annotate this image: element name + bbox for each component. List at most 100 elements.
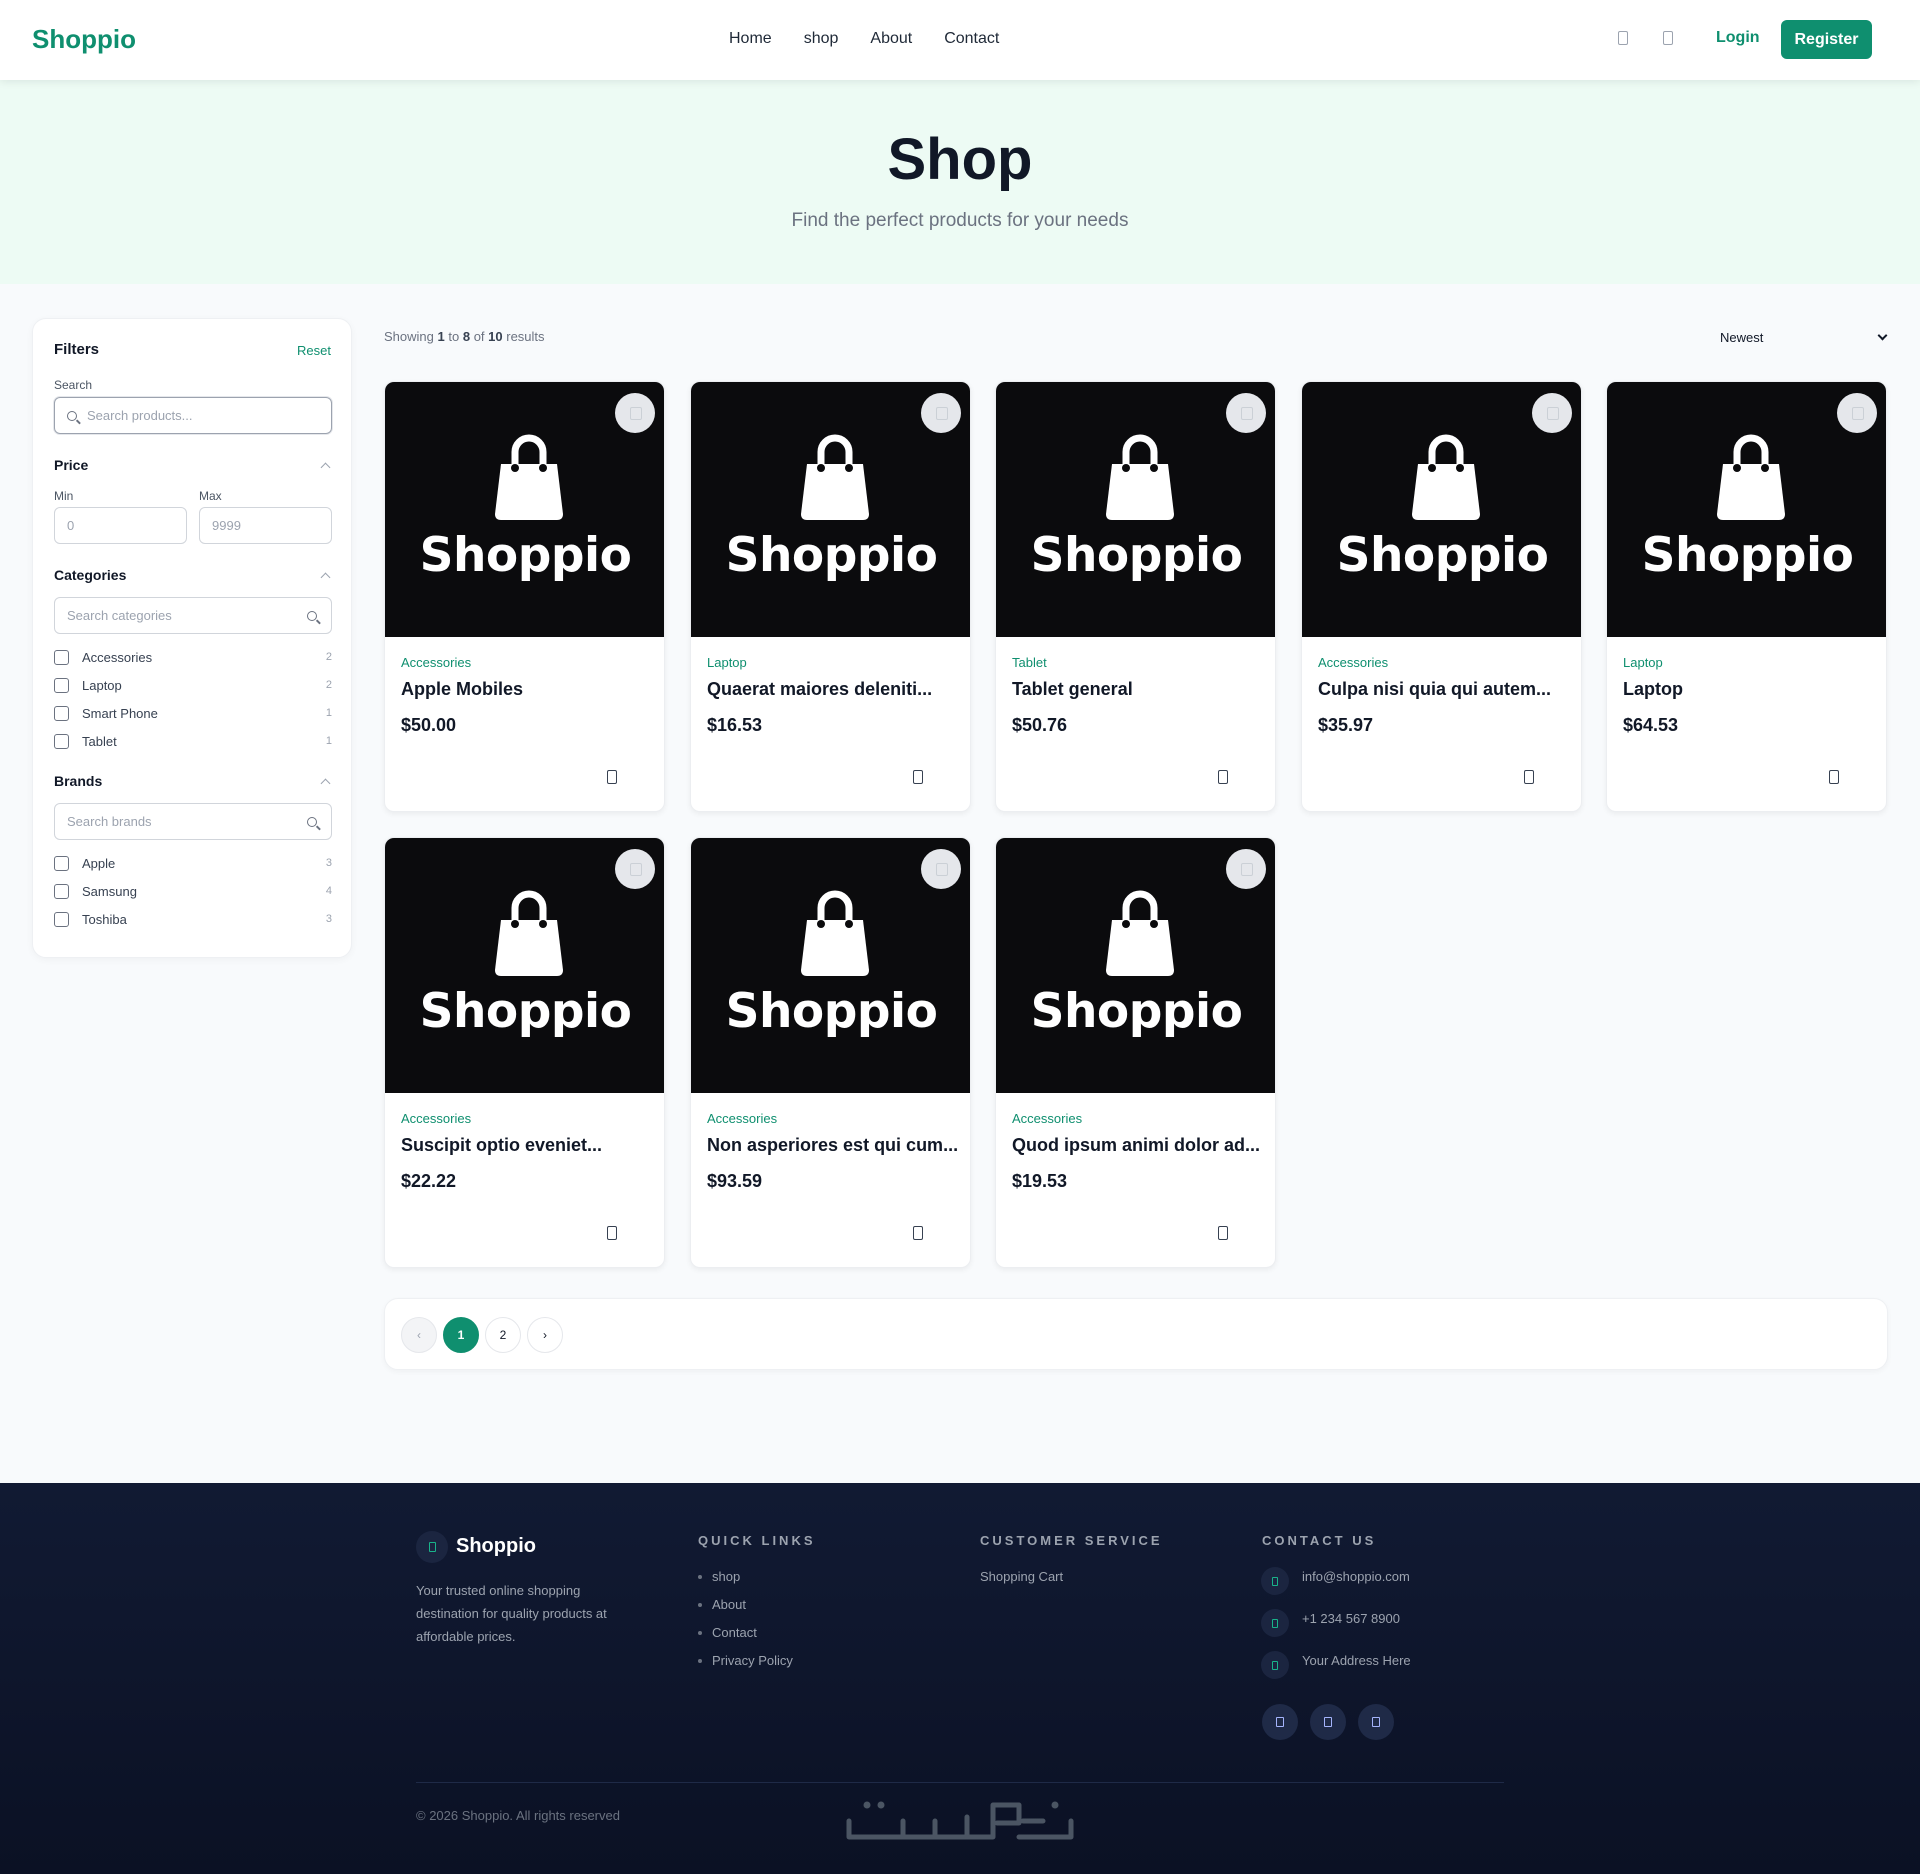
footer-link-contact[interactable]: Contact (698, 1625, 757, 1640)
cart-icon[interactable] (1663, 31, 1673, 45)
product-category[interactable]: Accessories (401, 1111, 471, 1126)
cart-icon[interactable] (607, 1226, 617, 1240)
product-name[interactable]: Quaerat maiores deleniti... (707, 679, 962, 700)
logo[interactable]: Shoppio (32, 24, 136, 55)
product-card[interactable]: Shoppio Accessories Apple Mobiles $50.00 (384, 381, 665, 812)
product-card[interactable]: Shoppio Tablet Tablet general $50.76 (995, 381, 1276, 812)
category-option[interactable]: Laptop 2 (54, 675, 332, 695)
product-name[interactable]: Tablet general (1012, 679, 1267, 700)
product-card[interactable]: Shoppio Laptop Laptop $64.53 (1606, 381, 1887, 812)
product-category[interactable]: Laptop (1623, 655, 1663, 670)
reset-filters-link[interactable]: Reset (297, 343, 331, 358)
product-name[interactable]: Laptop (1623, 679, 1878, 700)
checkbox[interactable] (54, 649, 69, 665)
nav-contact[interactable]: Contact (944, 30, 999, 48)
product-name[interactable]: Quod ipsum animi dolor ad... (1012, 1135, 1267, 1156)
brand-option[interactable]: Apple 3 (54, 853, 332, 873)
product-category[interactable]: Accessories (707, 1111, 777, 1126)
main-nav: Home shop About Contact (729, 30, 999, 48)
login-link[interactable]: Login (1716, 29, 1760, 47)
product-category[interactable]: Tablet (1012, 655, 1047, 670)
footer-link-cart[interactable]: Shopping Cart (980, 1569, 1063, 1584)
page-button-2[interactable]: 2 (485, 1317, 521, 1353)
cart-icon[interactable] (1524, 770, 1534, 784)
heart-icon[interactable] (1837, 393, 1877, 433)
twitter-icon[interactable] (1310, 1704, 1346, 1740)
checkbox[interactable] (54, 733, 69, 749)
instagram-icon[interactable] (1358, 1704, 1394, 1740)
category-option[interactable]: Tablet 1 (54, 731, 332, 751)
footer-link-shop[interactable]: shop (697, 1569, 740, 1584)
checkbox[interactable] (54, 705, 69, 721)
cart-icon[interactable] (913, 1226, 923, 1240)
product-category[interactable]: Laptop (707, 655, 747, 670)
cart-icon[interactable] (607, 770, 617, 784)
product-card[interactable]: Shoppio Accessories Non asperiores est q… (690, 837, 971, 1268)
category-search-input[interactable]: Search categories (54, 597, 332, 634)
cart-icon[interactable] (1218, 770, 1228, 784)
chevron-up-icon[interactable] (320, 462, 331, 473)
brands-section-title: Brands (54, 773, 103, 789)
product-image[interactable]: Shoppio (996, 838, 1275, 1093)
heart-icon[interactable] (1226, 849, 1266, 889)
checkbox[interactable] (54, 677, 69, 693)
footer-logo[interactable]: Shoppio (456, 1535, 536, 1558)
heart-icon[interactable] (1532, 393, 1572, 433)
page-button-1[interactable]: 1 (443, 1317, 479, 1353)
nav-shop[interactable]: shop (804, 30, 839, 48)
product-name[interactable]: Suscipit optio eveniet... (401, 1135, 656, 1156)
price-min-input[interactable]: 0 (54, 507, 187, 544)
category-option[interactable]: Accessories 2 (54, 647, 332, 667)
product-card[interactable]: Shoppio Accessories Culpa nisi quia qui … (1301, 381, 1582, 812)
brand-option[interactable]: Samsung 4 (54, 881, 332, 901)
contact-email[interactable]: info@shoppio.com (1302, 1569, 1410, 1584)
register-button[interactable]: Register (1781, 20, 1872, 59)
chevron-up-icon[interactable] (320, 572, 331, 583)
footer-link-privacy[interactable]: Privacy Policy (698, 1653, 793, 1668)
price-max-input[interactable]: 9999 (199, 507, 332, 544)
nav-home[interactable]: Home (729, 30, 772, 48)
product-image[interactable]: Shoppio (691, 382, 970, 637)
product-card[interactable]: Shoppio Accessories Quod ipsum animi dol… (995, 837, 1276, 1268)
chevron-up-icon[interactable] (320, 778, 331, 789)
category-option[interactable]: Smart Phone 1 (54, 703, 332, 723)
brand-label: Apple (82, 855, 116, 871)
product-category[interactable]: Accessories (401, 655, 471, 670)
product-name[interactable]: Apple Mobiles (401, 679, 656, 700)
checkbox[interactable] (54, 911, 69, 927)
footer-link-about[interactable]: About (698, 1597, 746, 1612)
cart-icon[interactable] (1829, 770, 1839, 784)
product-image[interactable]: Shoppio (1302, 382, 1581, 637)
cart-icon[interactable] (913, 770, 923, 784)
product-category[interactable]: Accessories (1318, 655, 1388, 670)
product-price: $64.53 (1623, 715, 1679, 735)
product-image[interactable]: Shoppio (385, 838, 664, 1093)
search-input[interactable]: Search products... (54, 397, 332, 434)
heart-icon[interactable] (921, 393, 961, 433)
contact-phone[interactable]: +1 234 567 8900 (1302, 1611, 1400, 1626)
brand-search-input[interactable]: Search brands (54, 803, 332, 840)
product-card[interactable]: Shoppio Accessories Suscipit optio eveni… (384, 837, 665, 1268)
facebook-icon[interactable] (1262, 1704, 1298, 1740)
product-category[interactable]: Accessories (1012, 1111, 1082, 1126)
checkbox[interactable] (54, 883, 69, 899)
heart-icon[interactable] (615, 393, 655, 433)
wishlist-icon[interactable] (1618, 31, 1628, 45)
nav-about[interactable]: About (870, 30, 912, 48)
product-image[interactable]: Shoppio (1607, 382, 1886, 637)
product-image[interactable]: Shoppio (996, 382, 1275, 637)
sort-select[interactable]: Newest (1720, 330, 1888, 345)
product-name[interactable]: Culpa nisi quia qui autem... (1318, 679, 1573, 700)
next-page-button[interactable]: › (527, 1317, 563, 1353)
product-card[interactable]: Shoppio Laptop Quaerat maiores deleniti.… (690, 381, 971, 812)
product-image[interactable]: Shoppio (691, 838, 970, 1093)
checkbox[interactable] (54, 855, 69, 871)
heart-icon[interactable] (615, 849, 655, 889)
heart-icon[interactable] (921, 849, 961, 889)
prev-page-button[interactable]: ‹ (401, 1317, 437, 1353)
product-name[interactable]: Non asperiores est qui cum... (707, 1135, 962, 1156)
heart-icon[interactable] (1226, 393, 1266, 433)
brand-option[interactable]: Toshiba 3 (54, 909, 332, 929)
cart-icon[interactable] (1218, 1226, 1228, 1240)
product-image[interactable]: Shoppio (385, 382, 664, 637)
